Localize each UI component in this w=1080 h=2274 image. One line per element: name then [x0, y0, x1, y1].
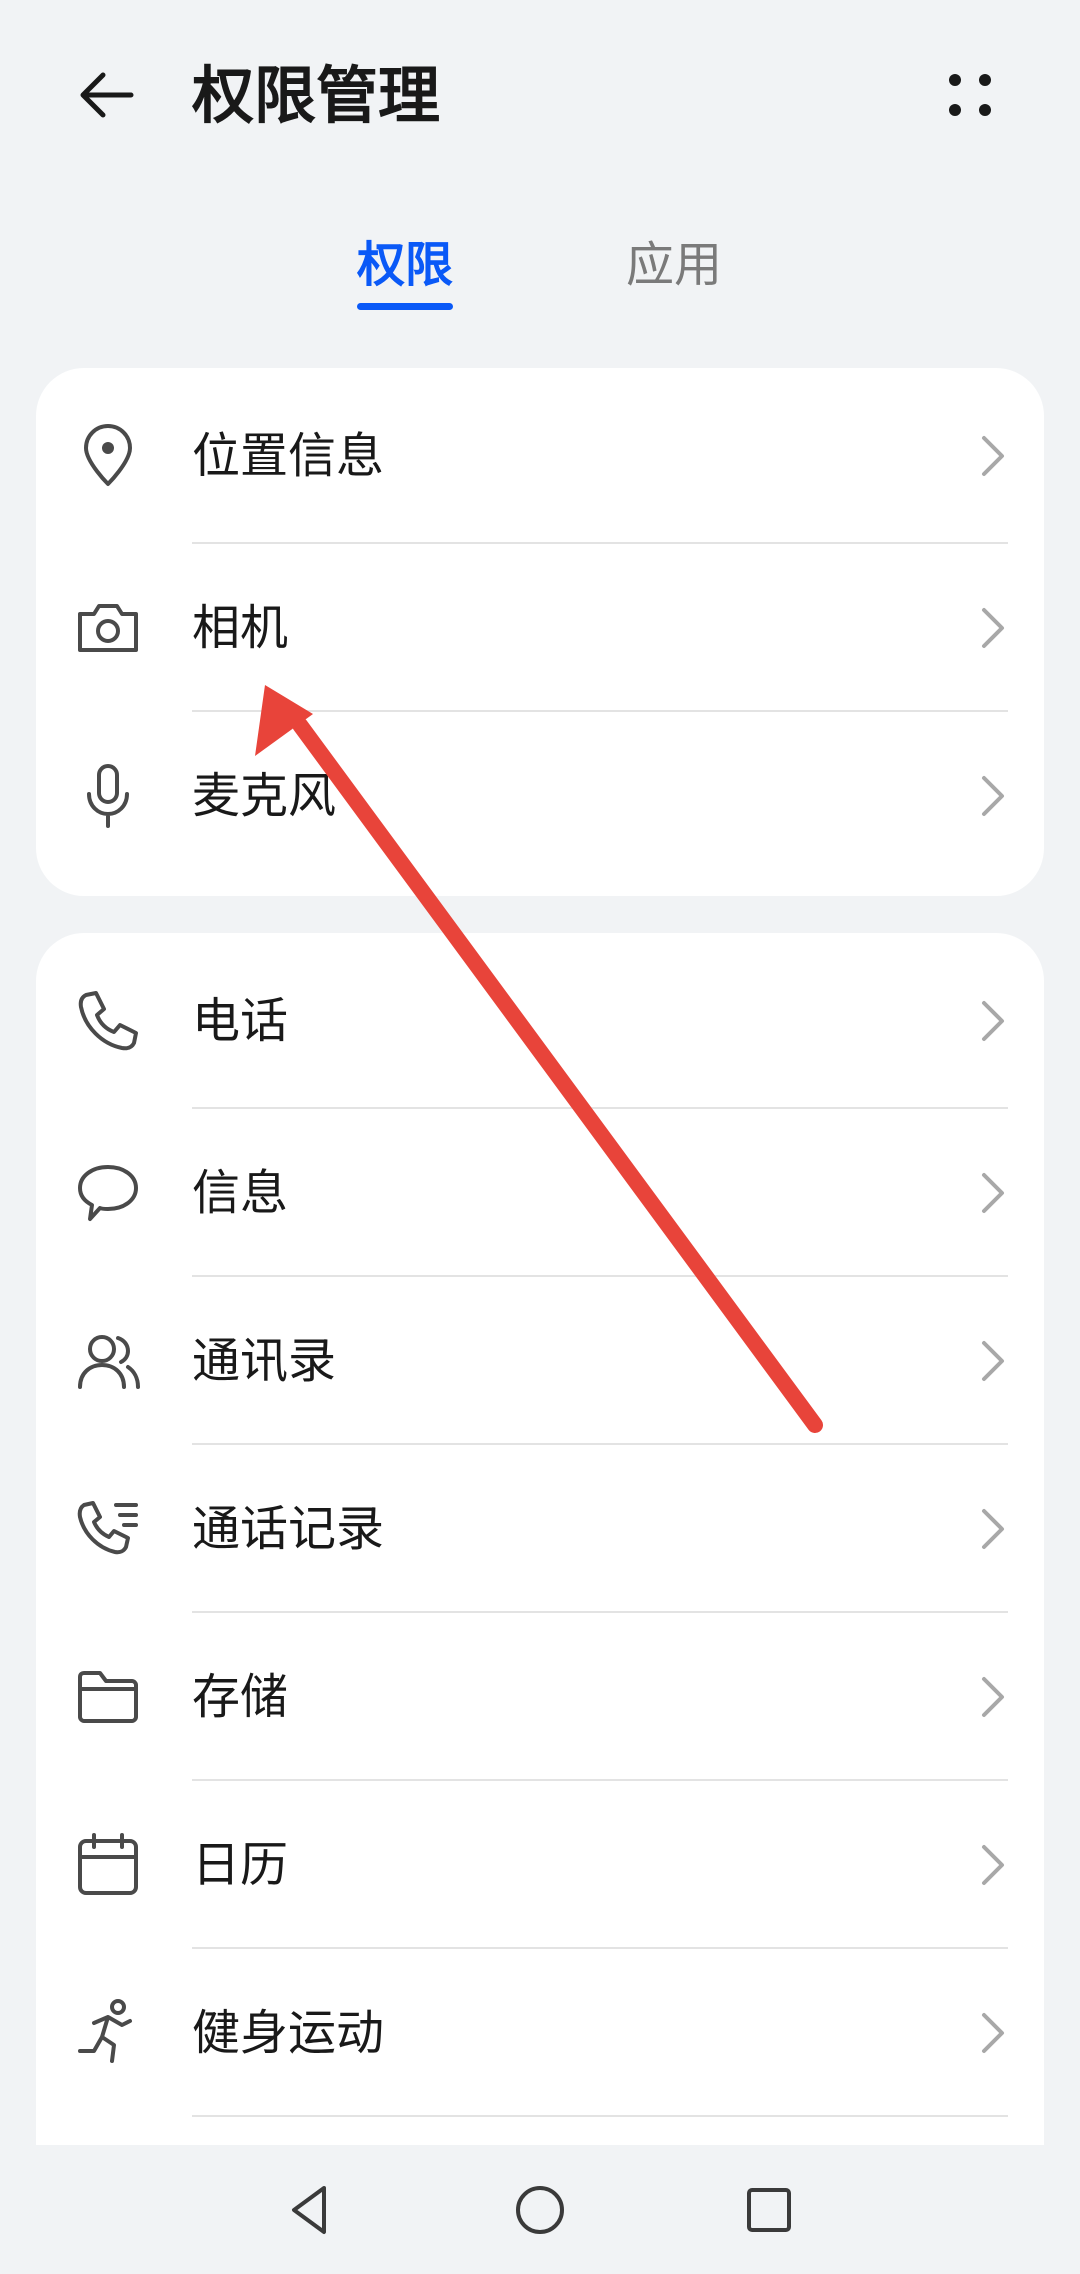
tab-apps[interactable]: 应用: [624, 233, 724, 297]
list-item-microphone[interactable]: 麦克风: [36, 712, 1044, 880]
arrow-left-icon: [80, 72, 134, 118]
list-item-label: 麦克风: [192, 768, 337, 824]
nav-home-button[interactable]: [495, 2165, 585, 2255]
list-item-messages[interactable]: 信息: [36, 1109, 1044, 1277]
list-item-storage[interactable]: 存储: [36, 1613, 1044, 1781]
chevron-right-icon: [982, 1173, 1004, 1213]
list-item-fitness[interactable]: 健身运动: [36, 1949, 1044, 2117]
chevron-right-icon: [982, 2013, 1004, 2053]
running-icon: [78, 1999, 132, 2063]
list-item-label: 健身运动: [192, 2005, 385, 2061]
chevron-right-icon: [982, 1341, 1004, 1381]
list-item-camera[interactable]: 相机: [36, 544, 1044, 712]
chevron-right-icon: [982, 1677, 1004, 1717]
list-item-label: 日历: [192, 1837, 289, 1893]
chevron-right-icon: [982, 436, 1004, 476]
app-header: 权限管理: [0, 0, 1080, 190]
list-item-contacts[interactable]: 通讯录: [36, 1277, 1044, 1445]
nav-home-circle-icon: [516, 2186, 564, 2234]
active-tab-indicator: [357, 303, 453, 310]
back-button[interactable]: [62, 50, 152, 140]
system-navigation-bar: [0, 2145, 1080, 2274]
list-item-phone[interactable]: 电话: [36, 933, 1044, 1109]
chevron-right-icon: [982, 608, 1004, 648]
calendar-icon: [78, 1833, 138, 1895]
phone-icon: [78, 991, 138, 1051]
list-item-label: 存储: [192, 1669, 289, 1725]
divider: [192, 2115, 1008, 2117]
list-item-label: 通讯录: [192, 1333, 337, 1389]
tab-permissions[interactable]: 权限: [355, 233, 455, 297]
chevron-right-icon: [982, 1001, 1004, 1041]
nav-back-button[interactable]: [265, 2165, 355, 2255]
chevron-right-icon: [982, 1509, 1004, 1549]
list-item-label: 通话记录: [192, 1501, 385, 1557]
permission-group-card-1: 位置信息 相机 麦克风: [36, 368, 1044, 896]
tab-bar: 权限 应用: [0, 225, 1080, 325]
call-log-icon: [77, 1501, 138, 1555]
chevron-right-icon: [982, 1845, 1004, 1885]
microphone-icon: [87, 764, 129, 828]
nav-recent-button[interactable]: [724, 2165, 814, 2255]
list-item-label: 电话: [192, 993, 289, 1049]
contacts-icon: [78, 1335, 140, 1389]
folder-icon: [78, 1671, 138, 1723]
list-item-label: 位置信息: [192, 428, 385, 484]
chevron-right-icon: [982, 776, 1004, 816]
list-item-location[interactable]: 位置信息: [36, 368, 1044, 544]
list-item-calendar[interactable]: 日历: [36, 1781, 1044, 1949]
permission-group-card-2: 电话 信息 通讯录 通话记录 存储 日历 健身运动: [36, 933, 1044, 2145]
location-pin-icon: [84, 424, 132, 486]
list-item-label: 相机: [192, 600, 289, 656]
nav-recent-square-icon: [747, 2188, 791, 2232]
page-title: 权限管理: [192, 59, 441, 132]
camera-icon: [78, 604, 138, 652]
nav-back-triangle-icon: [292, 2186, 326, 2234]
message-bubble-icon: [78, 1165, 138, 1221]
more-dots-icon: [949, 74, 991, 116]
list-item-call-log[interactable]: 通话记录: [36, 1445, 1044, 1613]
more-options-button[interactable]: [925, 50, 1015, 140]
list-item-label: 信息: [192, 1165, 289, 1221]
